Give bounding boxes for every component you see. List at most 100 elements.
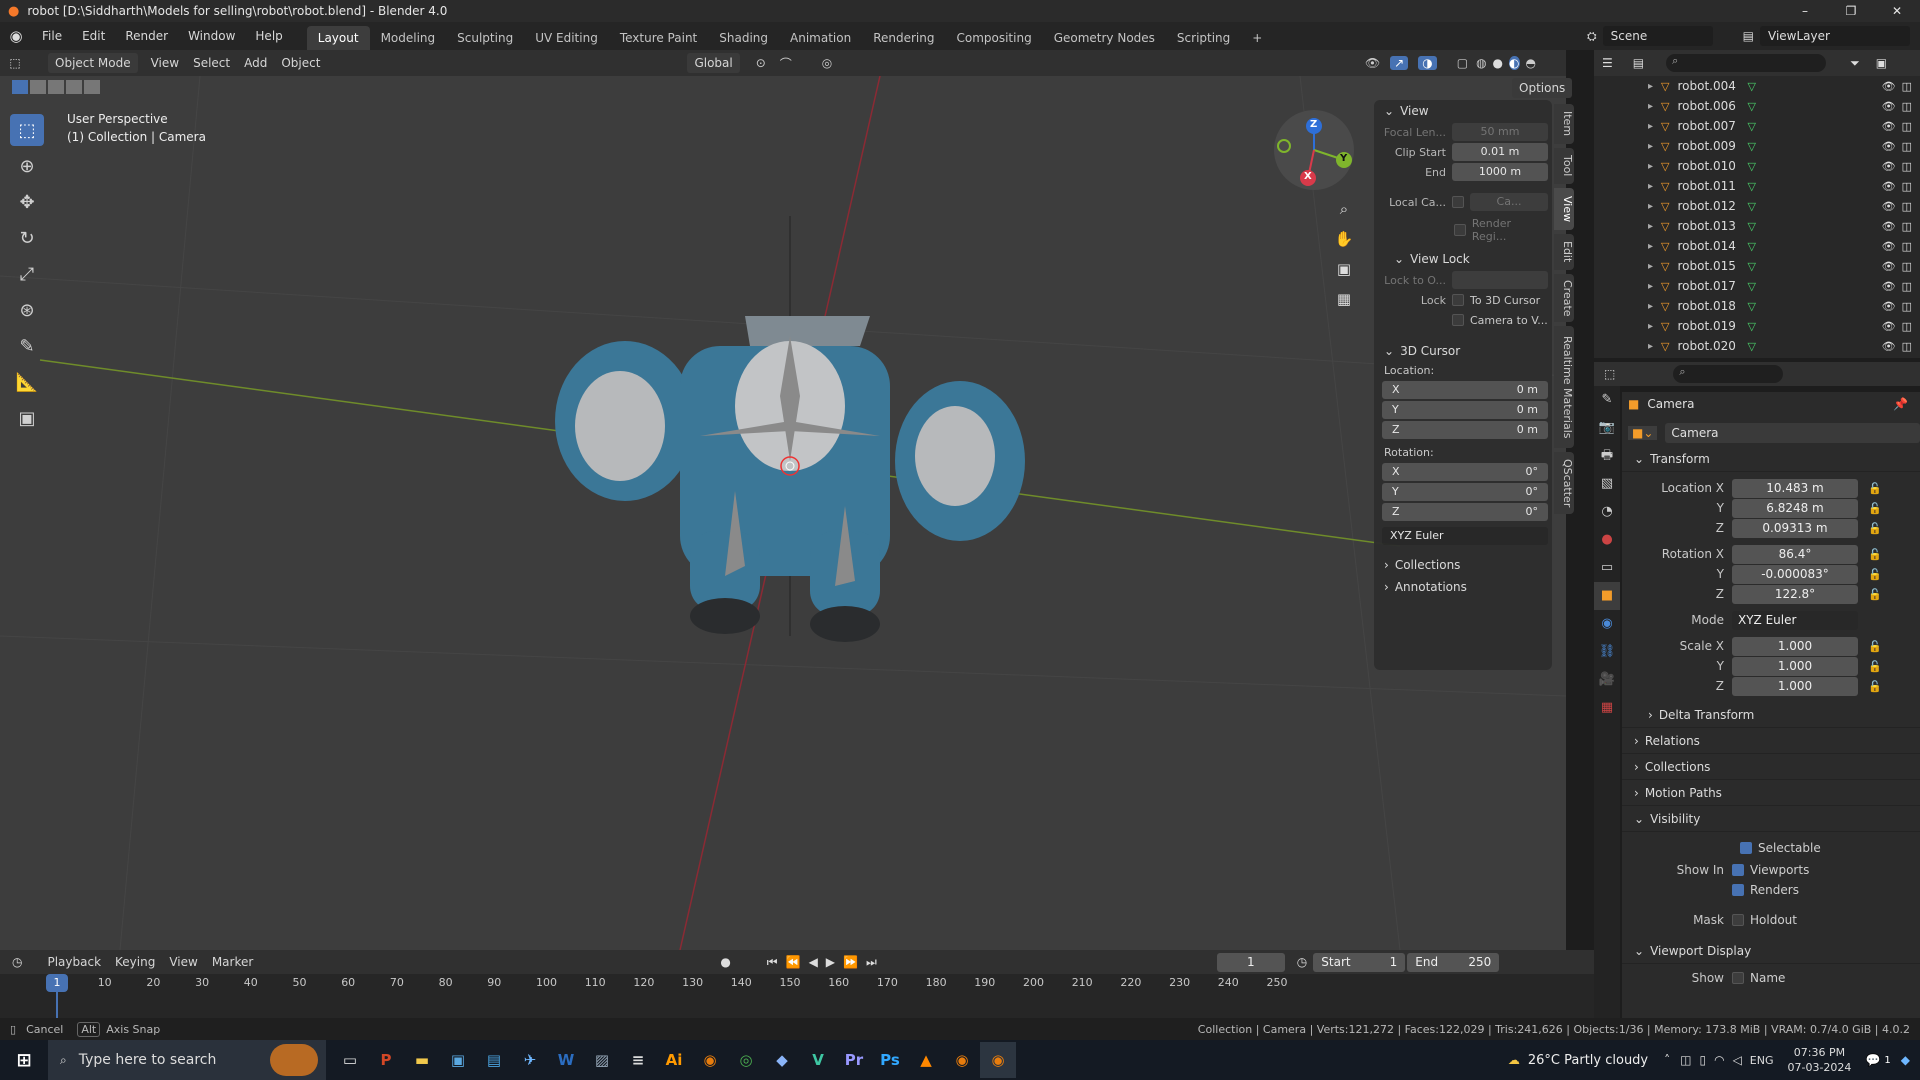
record-icon[interactable]: ●: [720, 955, 730, 969]
viewlayer-selector[interactable]: ViewLayer: [1760, 26, 1910, 46]
lock-icon[interactable]: 🔓: [1868, 660, 1882, 673]
jump-start-icon[interactable]: ⏮: [767, 955, 778, 970]
outliner-item[interactable]: ▸ ▽ robot.015 ▽ 👁 ◫: [1594, 256, 1920, 276]
menu-select[interactable]: Select: [186, 53, 237, 73]
outliner-item[interactable]: ▸ ▽ robot.017 ▽ 👁 ◫: [1594, 276, 1920, 296]
marker-menu[interactable]: Marker: [205, 952, 260, 972]
tab-tool[interactable]: Tool: [1554, 148, 1574, 184]
rendered-shading-icon[interactable]: ◓: [1526, 56, 1536, 70]
options-dropdown[interactable]: Options: [1512, 78, 1573, 98]
location-x-field[interactable]: 10.483 m: [1732, 478, 1858, 498]
outliner-item[interactable]: ▸ ▽ robot.014 ▽ 👁 ◫: [1594, 236, 1920, 256]
file-explorer-icon[interactable]: ▬: [404, 1042, 440, 1078]
premiere-icon[interactable]: Pr: [836, 1042, 872, 1078]
menu-window[interactable]: Window: [178, 22, 245, 50]
rotation-mode-dropdown[interactable]: XYZ Euler: [1382, 527, 1548, 545]
rotation-x-field[interactable]: 86.4°: [1732, 544, 1858, 564]
tab-modeling[interactable]: Modeling: [370, 26, 447, 50]
render-tab-icon[interactable]: 📷: [1594, 414, 1620, 442]
notifications-icon[interactable]: 💬: [1865, 1053, 1880, 1067]
camera-visibility-icon[interactable]: ◫: [1902, 100, 1912, 113]
keying-menu[interactable]: Keying: [108, 952, 162, 972]
cursor-icon[interactable]: ⊕: [10, 150, 44, 182]
outliner-item[interactable]: ▸ ▽ robot.020 ▽ 👁 ◫: [1594, 336, 1920, 356]
zoom-icon[interactable]: ⌕: [1332, 194, 1356, 224]
menu-file[interactable]: File: [32, 22, 72, 50]
maximize-button[interactable]: ❐: [1828, 4, 1874, 18]
expand-arrow-icon[interactable]: ▸: [1648, 141, 1653, 152]
collections-section-header[interactable]: › Collections: [1622, 754, 1920, 780]
camera-visibility-icon[interactable]: ◫: [1902, 80, 1912, 93]
scale-x-field[interactable]: 1.000: [1732, 636, 1858, 656]
viewlayer-icon[interactable]: ▤: [1743, 29, 1754, 43]
collection-tab-icon[interactable]: ▭: [1594, 554, 1620, 582]
tab-view[interactable]: View: [1554, 188, 1574, 230]
eye-icon[interactable]: 👁: [1882, 260, 1896, 273]
minimize-button[interactable]: –: [1782, 4, 1828, 18]
camera-visibility-icon[interactable]: ◫: [1902, 320, 1912, 333]
proportional-edit-icon[interactable]: ◎: [822, 56, 832, 70]
eye-icon[interactable]: 👁: [1882, 160, 1896, 173]
start-frame-field[interactable]: Start 1: [1313, 952, 1406, 972]
ortho-grid-icon[interactable]: ▦: [1332, 284, 1356, 314]
chrome-icon[interactable]: ◎: [728, 1042, 764, 1078]
scene-icon[interactable]: ⛭: [1587, 29, 1597, 44]
camera-visibility-icon[interactable]: ◫: [1902, 260, 1912, 273]
outliner-search-input[interactable]: ⌕: [1666, 54, 1827, 72]
play-reverse-icon[interactable]: ◀: [809, 955, 818, 969]
select-intersect-icon[interactable]: [84, 80, 100, 94]
visibility-section-header[interactable]: ⌄ Visibility: [1622, 806, 1920, 832]
tray-chevron-icon[interactable]: ˄: [1664, 1053, 1670, 1067]
tab-geometry-nodes[interactable]: Geometry Nodes: [1043, 26, 1166, 50]
playback-menu[interactable]: Playback: [40, 952, 108, 972]
pan-hand-icon[interactable]: ✋: [1332, 224, 1356, 254]
tab-edit[interactable]: Edit: [1554, 234, 1574, 270]
lock-icon[interactable]: 🔓: [1868, 548, 1882, 561]
mesh-data-icon[interactable]: ▽: [1748, 220, 1756, 233]
mesh-data-icon[interactable]: ▽: [1748, 340, 1756, 353]
timeline-ruler[interactable]: 1102030405060708090100110120130140150160…: [0, 974, 1594, 1018]
outliner-item[interactable]: ▸ ▽ robot.018 ▽ 👁 ◫: [1594, 296, 1920, 316]
copilot-icon[interactable]: ◆: [764, 1042, 800, 1078]
wireframe-shading-icon[interactable]: ◍: [1476, 56, 1486, 70]
material-shading-icon[interactable]: ◐: [1509, 56, 1520, 70]
delta-transform-header[interactable]: › Delta Transform: [1622, 702, 1920, 728]
eye-icon[interactable]: 👁: [1882, 80, 1896, 93]
tool-tab-icon[interactable]: ✎: [1594, 386, 1620, 414]
mesh-data-icon[interactable]: ▽: [1748, 300, 1756, 313]
select-extend-icon[interactable]: [30, 80, 46, 94]
cursor-rotation-z[interactable]: Z 0°: [1382, 503, 1548, 521]
properties-search-input[interactable]: ⌕: [1673, 365, 1784, 383]
display-mode-icon[interactable]: ▤: [1633, 56, 1644, 70]
vectorizer-icon[interactable]: V: [800, 1042, 836, 1078]
scale-z-field[interactable]: 1.000: [1732, 676, 1858, 696]
renders-checkbox[interactable]: [1732, 884, 1744, 896]
tab-item[interactable]: Item: [1554, 104, 1574, 144]
word-icon[interactable]: W: [548, 1042, 584, 1078]
eye-icon[interactable]: 👁: [1882, 220, 1896, 233]
lock-icon[interactable]: 🔓: [1868, 502, 1882, 515]
camera-visibility-icon[interactable]: ◫: [1902, 240, 1912, 253]
vlc-icon[interactable]: ▲: [908, 1042, 944, 1078]
visibility-icon[interactable]: 👁: [1365, 56, 1380, 70]
windows-start-icon[interactable]: ⊞: [0, 1042, 48, 1078]
select-new-icon[interactable]: [12, 80, 28, 94]
battery-icon[interactable]: ▯: [1699, 1053, 1706, 1067]
outliner-item[interactable]: ▸ ▽ robot.013 ▽ 👁 ◫: [1594, 216, 1920, 236]
outliner-item[interactable]: ▸ ▽ robot.004 ▽ 👁 ◫: [1594, 76, 1920, 96]
menu-help[interactable]: Help: [245, 22, 292, 50]
store-icon[interactable]: ▤: [476, 1042, 512, 1078]
navigation-gizmo[interactable]: Z Y X: [1274, 110, 1354, 190]
3d-cursor-header[interactable]: ⌄ 3D Cursor: [1374, 340, 1552, 362]
eye-icon[interactable]: 👁: [1882, 240, 1896, 253]
tab-scripting[interactable]: Scripting: [1166, 26, 1241, 50]
copilot-tray-icon[interactable]: ◆: [1901, 1053, 1910, 1067]
eye-icon[interactable]: 👁: [1882, 280, 1896, 293]
mesh-data-icon[interactable]: ▽: [1748, 180, 1756, 193]
location-z-field[interactable]: 0.09313 m: [1732, 518, 1858, 538]
expand-arrow-icon[interactable]: ▸: [1648, 301, 1653, 312]
blender-app-icon[interactable]: ◉: [692, 1042, 728, 1078]
blender-menu-icon[interactable]: ◉: [0, 27, 32, 45]
local-camera-checkbox[interactable]: [1452, 196, 1464, 208]
relations-section-header[interactable]: › Relations: [1622, 728, 1920, 754]
